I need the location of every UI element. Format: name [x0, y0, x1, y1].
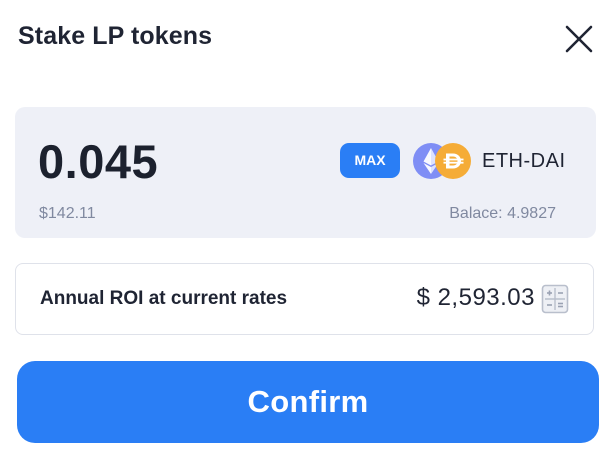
dai-icon: [435, 143, 471, 179]
stake-lp-modal: Stake LP tokens $142.11 MAX: [0, 0, 606, 453]
balance-text: Balace: 4.9827: [449, 205, 556, 222]
stake-amount-input[interactable]: [38, 134, 288, 189]
modal-title: Stake LP tokens: [18, 22, 213, 50]
close-button[interactable]: [560, 20, 598, 58]
max-button[interactable]: MAX: [340, 143, 400, 178]
usd-value: $142.11: [39, 205, 96, 222]
calculator-icon: [541, 284, 569, 314]
annual-roi-row: Annual ROI at current rates $ 2,593.03: [15, 263, 594, 335]
close-icon: [565, 25, 593, 53]
roi-value: $ 2,593.03: [416, 284, 535, 311]
stake-input-panel: $142.11 MAX ETH-DAI Balace: [15, 107, 596, 238]
confirm-button[interactable]: Confirm: [17, 361, 599, 443]
roi-label: Annual ROI at current rates: [40, 288, 288, 309]
roi-calculator-button[interactable]: [541, 284, 569, 314]
token-pair-label: ETH-DAI: [482, 150, 566, 172]
token-pair-icons: [412, 142, 474, 180]
